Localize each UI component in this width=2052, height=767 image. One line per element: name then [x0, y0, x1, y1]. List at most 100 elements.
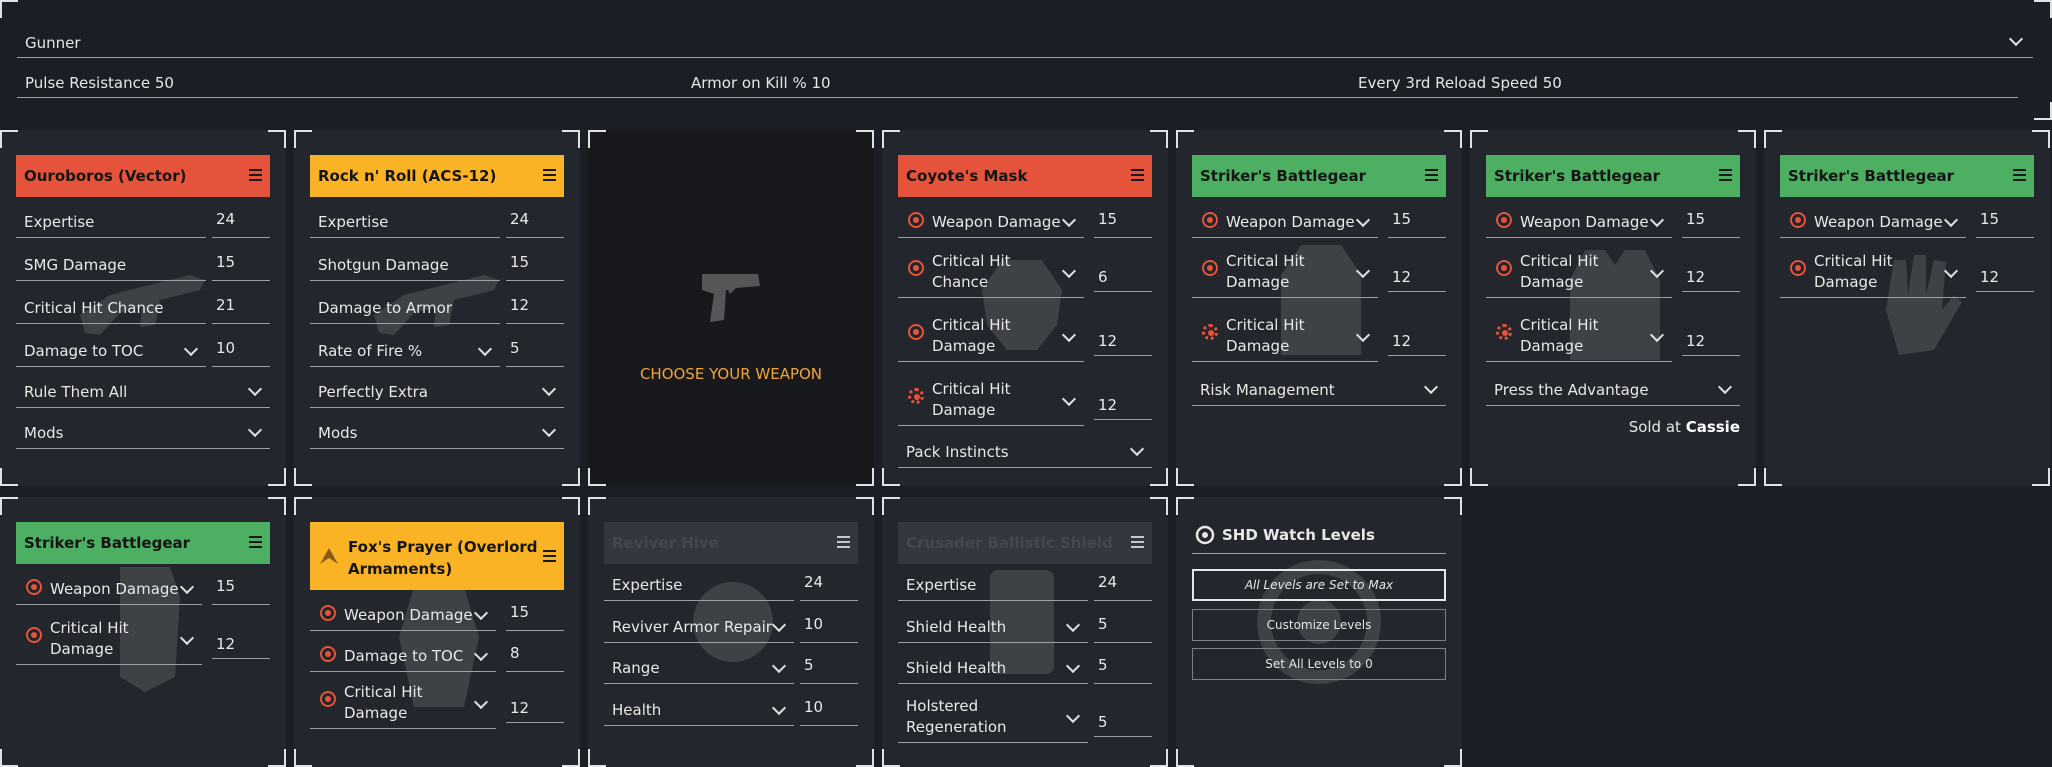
- chevron-down-icon[interactable]: [183, 341, 199, 356]
- attribute-row[interactable]: Critical Hit Damage 12: [16, 619, 270, 665]
- attribute-value[interactable]: 12: [1094, 326, 1152, 356]
- customize-levels-button[interactable]: Customize Levels: [1192, 609, 1446, 641]
- attribute-value[interactable]: 24: [1094, 567, 1152, 601]
- item-header[interactable]: Striker's Battlegear: [16, 522, 270, 564]
- menu-icon[interactable]: [2013, 169, 2026, 181]
- chevron-down-icon[interactable]: [473, 605, 489, 620]
- chevron-down-icon[interactable]: [1061, 391, 1077, 406]
- attribute-row[interactable]: Critical Hit Chance 6: [898, 252, 1152, 298]
- attribute-value[interactable]: 24: [212, 204, 270, 238]
- attribute-row[interactable]: Weapon Damage 15: [310, 603, 564, 631]
- attribute-row[interactable]: Critical Hit Chance 21: [16, 296, 270, 324]
- attribute-value[interactable]: 6: [1094, 262, 1152, 292]
- item-header[interactable]: Coyote's Mask: [898, 155, 1152, 197]
- chevron-down-icon[interactable]: [1355, 327, 1371, 342]
- attribute-row[interactable]: Holstered Regeneration 5: [898, 697, 1152, 743]
- attribute-row[interactable]: SMG Damage 15: [16, 253, 270, 281]
- attribute-row[interactable]: Expertise 24: [604, 573, 858, 601]
- attribute-row[interactable]: Damage to TOC 10: [16, 339, 270, 367]
- attribute-value[interactable]: 12: [1976, 262, 2034, 292]
- menu-icon[interactable]: [1719, 169, 1732, 181]
- chevron-down-icon[interactable]: [473, 694, 489, 709]
- item-header[interactable]: Striker's Battlegear: [1780, 155, 2034, 197]
- attribute-row[interactable]: Critical Hit Damage 12: [1192, 316, 1446, 362]
- attribute-value[interactable]: 12: [1682, 326, 1740, 356]
- menu-icon[interactable]: [543, 169, 556, 181]
- attribute-value[interactable]: 12: [1682, 262, 1740, 292]
- attribute-row[interactable]: Critical Hit Damage 12: [898, 316, 1152, 362]
- attribute-row[interactable]: Critical Hit Damage 12: [1486, 252, 1740, 298]
- chevron-down-icon[interactable]: [1065, 617, 1081, 632]
- attribute-value[interactable]: 5: [1094, 609, 1152, 643]
- item-header[interactable]: Rock n' Roll (ACS-12): [310, 155, 564, 197]
- attribute-value[interactable]: 10: [800, 692, 858, 726]
- specialization-select[interactable]: Gunner: [17, 30, 2033, 58]
- menu-icon[interactable]: [1131, 169, 1144, 181]
- chevron-down-icon[interactable]: [1065, 708, 1081, 723]
- attribute-value[interactable]: 15: [212, 247, 270, 281]
- item-header[interactable]: Striker's Battlegear: [1486, 155, 1740, 197]
- talent-select[interactable]: Pack Instincts: [898, 438, 1152, 468]
- menu-icon[interactable]: [249, 536, 262, 548]
- talent-select[interactable]: Press the Advantage: [1486, 376, 1740, 406]
- menu-icon[interactable]: [1425, 169, 1438, 181]
- attribute-row[interactable]: Critical Hit Damage 12: [898, 380, 1152, 426]
- talent-select[interactable]: Rule Them All: [16, 378, 270, 408]
- set-levels-zero-button[interactable]: Set All Levels to 0: [1192, 648, 1446, 680]
- spec-stat-field[interactable]: Armor on Kill % 10: [683, 70, 1351, 98]
- chevron-down-icon[interactable]: [1355, 212, 1371, 227]
- menu-icon[interactable]: [543, 550, 556, 562]
- attribute-row[interactable]: Damage to TOC 8: [310, 644, 564, 672]
- attribute-row[interactable]: Weapon Damage 15: [1780, 210, 2034, 238]
- attribute-row[interactable]: Weapon Damage 15: [898, 210, 1152, 238]
- attribute-value[interactable]: 12: [506, 290, 564, 324]
- attribute-row[interactable]: Critical Hit Damage 12: [1192, 252, 1446, 298]
- item-header[interactable]: Crusader Ballistic Shield: [898, 522, 1152, 564]
- attribute-value[interactable]: 21: [212, 290, 270, 324]
- all-levels-max-button[interactable]: All Levels are Set to Max: [1192, 569, 1446, 601]
- attribute-value[interactable]: 12: [212, 629, 270, 659]
- chevron-down-icon[interactable]: [771, 658, 787, 673]
- attribute-row[interactable]: Weapon Damage 15: [16, 577, 270, 605]
- choose-weapon-label[interactable]: CHOOSE YOUR WEAPON: [588, 365, 874, 383]
- chevron-down-icon[interactable]: [1649, 212, 1665, 227]
- item-header[interactable]: Fox's Prayer (Overlord Armaments): [310, 522, 564, 590]
- spec-stat-field[interactable]: Every 3rd Reload Speed 50: [1350, 70, 2018, 98]
- attribute-row[interactable]: Range 5: [604, 656, 858, 684]
- attribute-value[interactable]: 5: [800, 650, 858, 684]
- mods-select[interactable]: Mods: [16, 419, 270, 449]
- attribute-row[interactable]: Expertise 24: [310, 210, 564, 238]
- attribute-row[interactable]: Health 10: [604, 698, 858, 726]
- attribute-row[interactable]: Reviver Armor Repair 10: [604, 615, 858, 643]
- attribute-row[interactable]: Damage to Armor 12: [310, 296, 564, 324]
- chevron-down-icon[interactable]: [1649, 263, 1665, 278]
- attribute-value[interactable]: 12: [1388, 262, 1446, 292]
- attribute-value[interactable]: 15: [212, 571, 270, 605]
- attribute-value[interactable]: 10: [800, 609, 858, 643]
- chevron-down-icon[interactable]: [1355, 263, 1371, 278]
- chevron-down-icon[interactable]: [473, 646, 489, 661]
- attribute-value[interactable]: 15: [506, 247, 564, 281]
- attribute-row[interactable]: Critical Hit Damage 12: [310, 683, 564, 729]
- attribute-value[interactable]: 10: [212, 333, 270, 367]
- menu-icon[interactable]: [1131, 536, 1144, 548]
- chevron-down-icon[interactable]: [771, 700, 787, 715]
- attribute-row[interactable]: Weapon Damage 15: [1192, 210, 1446, 238]
- chevron-down-icon[interactable]: [179, 579, 195, 594]
- spec-stat-field[interactable]: Pulse Resistance 50: [17, 70, 685, 98]
- attribute-value[interactable]: 5: [1094, 650, 1152, 684]
- attribute-value[interactable]: 5: [1094, 707, 1152, 737]
- item-header[interactable]: Striker's Battlegear: [1192, 155, 1446, 197]
- attribute-value[interactable]: 24: [800, 567, 858, 601]
- talent-select[interactable]: Risk Management: [1192, 376, 1446, 406]
- chevron-down-icon[interactable]: [477, 341, 493, 356]
- chevron-down-icon[interactable]: [1061, 263, 1077, 278]
- menu-icon[interactable]: [837, 536, 850, 548]
- attribute-value[interactable]: 12: [1388, 326, 1446, 356]
- chevron-down-icon[interactable]: [1061, 327, 1077, 342]
- item-header[interactable]: Ouroboros (Vector): [16, 155, 270, 197]
- chevron-down-icon[interactable]: [771, 617, 787, 632]
- attribute-value[interactable]: 12: [506, 693, 564, 723]
- attribute-value[interactable]: 8: [506, 638, 564, 672]
- attribute-value[interactable]: 15: [1388, 204, 1446, 238]
